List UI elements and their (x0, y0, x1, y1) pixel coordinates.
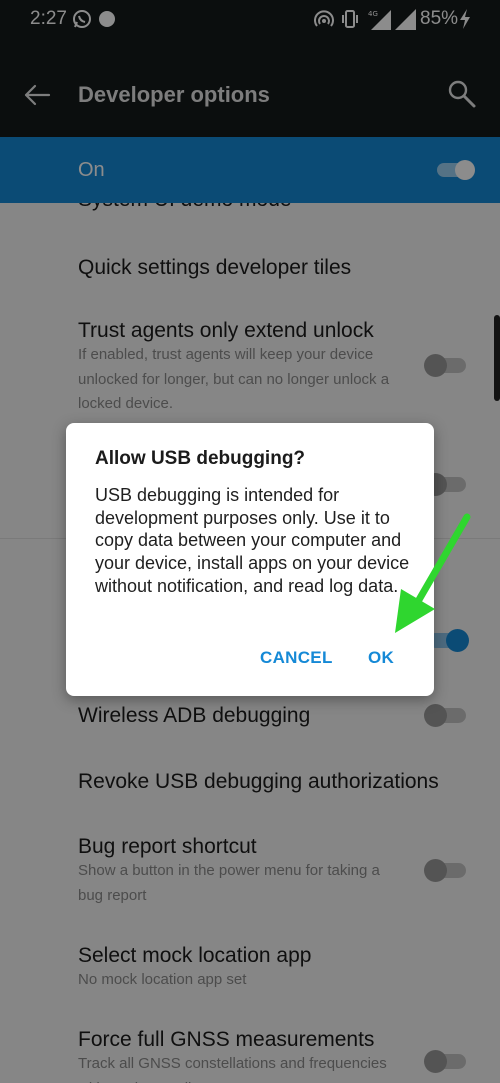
ok-button[interactable]: OK (368, 648, 394, 668)
dialog-title: Allow USB debugging? (95, 448, 306, 469)
dialog-message: USB debugging is intended for developmen… (95, 485, 410, 596)
cancel-button[interactable]: CANCEL (260, 648, 333, 668)
annotation-arrow-icon (395, 513, 471, 633)
usb-debugging-dialog: Allow USB debugging? USB debugging is in… (66, 423, 434, 696)
